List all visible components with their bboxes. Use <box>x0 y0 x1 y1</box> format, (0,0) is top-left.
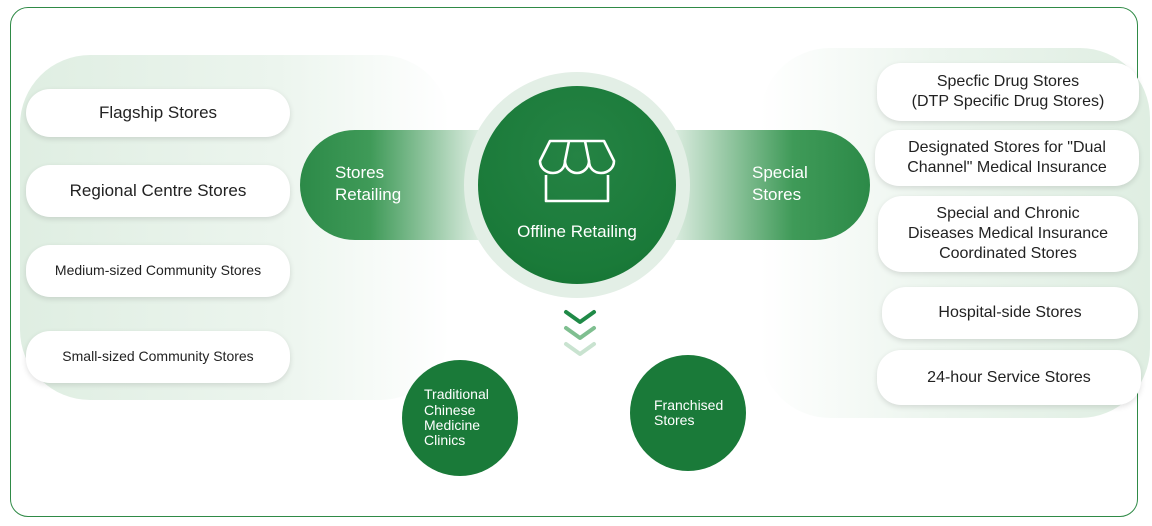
stores-retailing-label: Stores Retailing <box>335 163 402 205</box>
tcm-clinics-label: Traditional Chinese Medicine Clinics <box>424 386 489 449</box>
left-item-label: Regional Centre Stores <box>69 181 247 201</box>
right-item-label: Special and Chronic Diseases Medical Ins… <box>907 205 1109 262</box>
franchised-stores-circle: Franchised Stores <box>630 355 746 471</box>
right-item-label: Hospital-side Stores <box>938 304 1082 321</box>
left-item-label: Small-sized Community Stores <box>62 348 254 365</box>
regional-centre-stores-pill: Regional Centre Stores <box>26 165 290 217</box>
special-stores-label: Special Stores <box>752 163 808 205</box>
small-community-stores-pill: Small-sized Community Stores <box>26 331 290 383</box>
left-item-label: Flagship Stores <box>98 103 218 123</box>
left-item-label: Medium-sized Community Stores <box>54 262 262 279</box>
specific-drug-stores-pill: Specfic Drug Stores (DTP Specific Drug S… <box>877 63 1139 121</box>
store-awning-icon <box>538 139 616 203</box>
down-chevrons-icon <box>564 310 596 356</box>
right-item-label: Designated Stores for "Dual Channel" Med… <box>907 139 1107 176</box>
right-item-label: 24-hour Service Stores <box>927 368 1091 386</box>
chronic-diseases-stores-pill: Special and Chronic Diseases Medical Ins… <box>878 196 1138 272</box>
right-item-label: Specfic Drug Stores (DTP Specific Drug S… <box>911 73 1105 110</box>
tcm-clinics-circle: Traditional Chinese Medicine Clinics <box>402 360 518 476</box>
offline-retailing-label: Offline Retailing <box>517 222 637 241</box>
dual-channel-stores-pill: Designated Stores for "Dual Channel" Med… <box>875 130 1139 186</box>
medium-community-stores-pill: Medium-sized Community Stores <box>26 245 290 297</box>
franchised-stores-label: Franchised Stores <box>654 396 724 428</box>
24-hour-service-stores-pill: 24-hour Service Stores <box>877 350 1141 405</box>
hospital-side-stores-pill: Hospital-side Stores <box>882 287 1138 339</box>
flagship-stores-pill: Flagship Stores <box>26 89 290 137</box>
